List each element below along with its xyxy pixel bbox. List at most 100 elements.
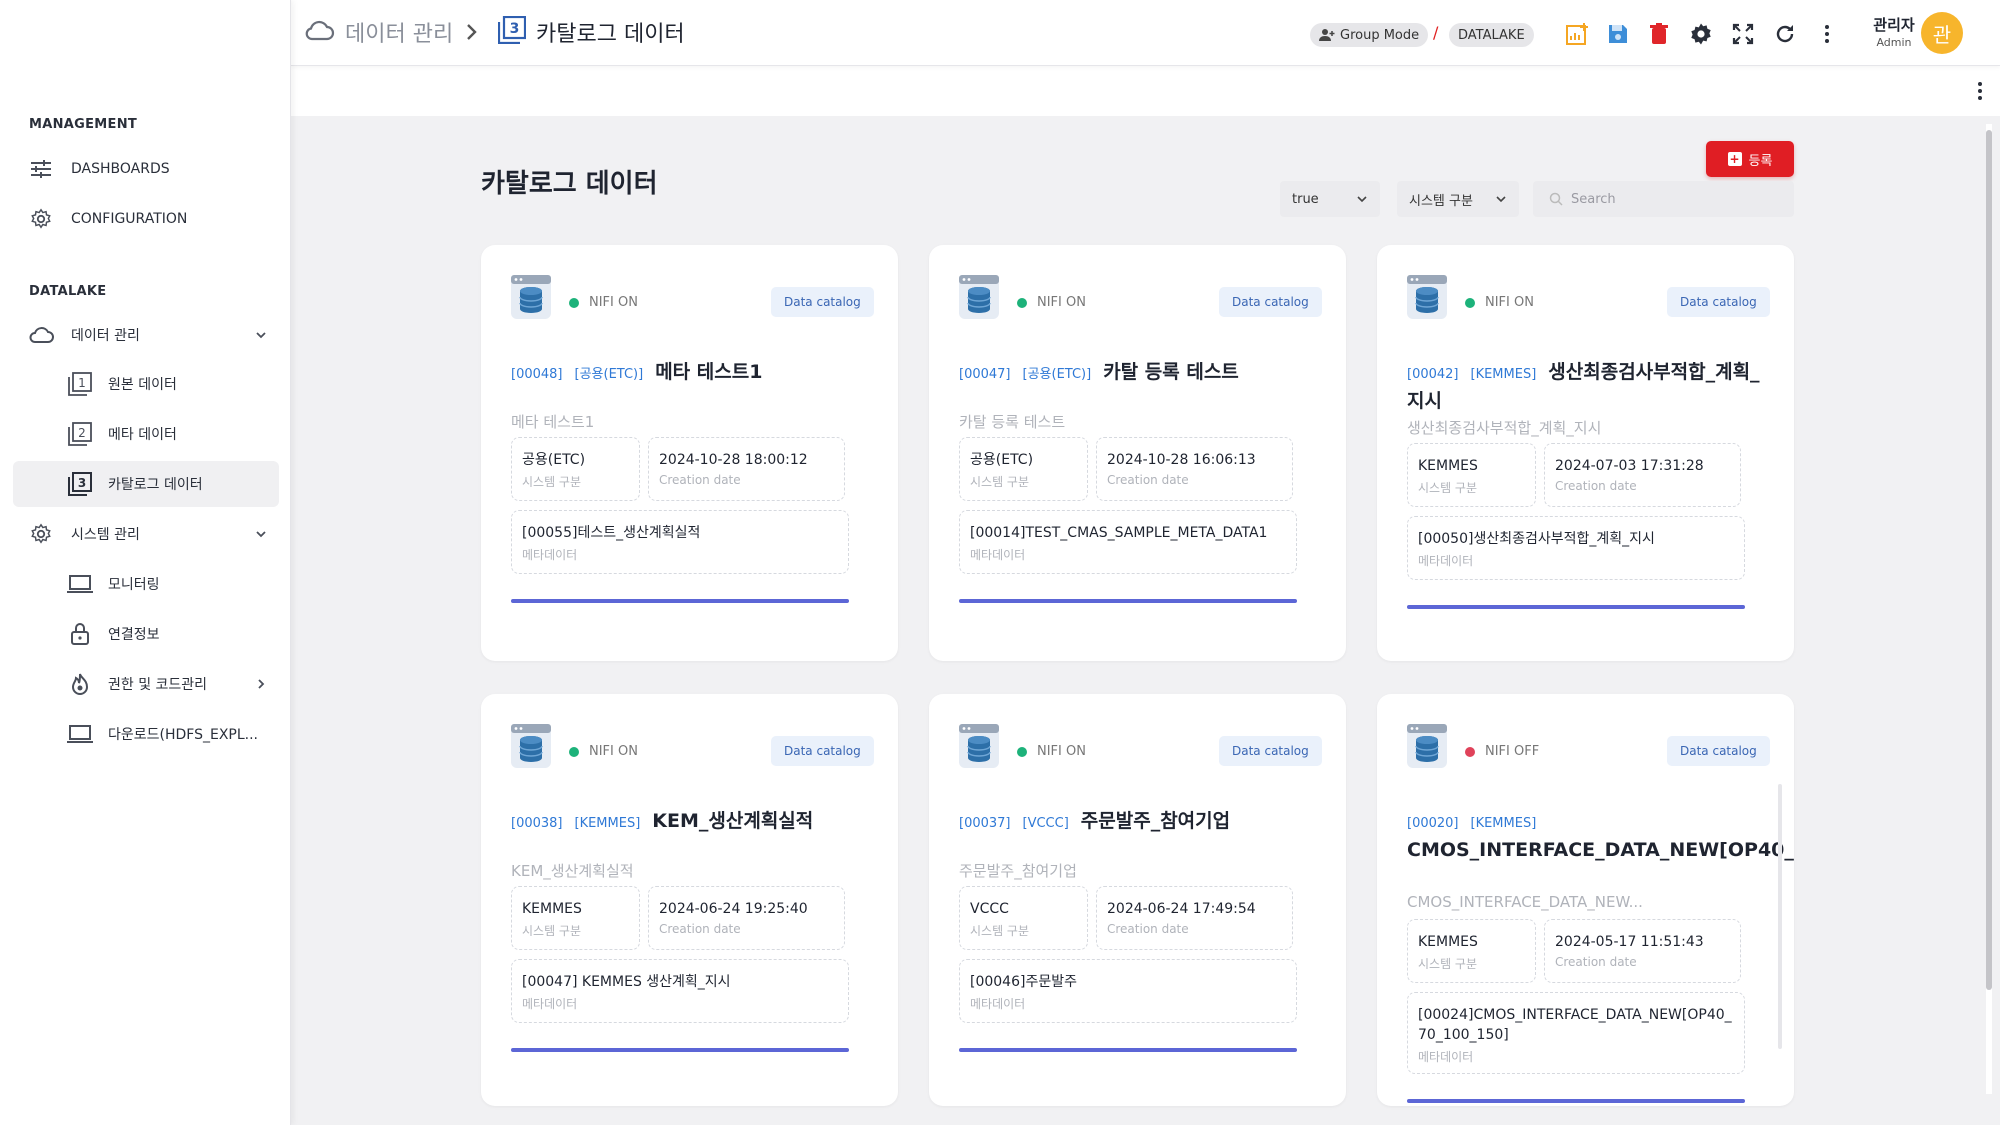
- more-vertical-icon[interactable]: [1966, 77, 1994, 105]
- refresh-icon[interactable]: [1771, 20, 1799, 48]
- scrollbar-thumb[interactable]: [1986, 130, 1992, 990]
- sidebar-item-label: 메타 데이터: [108, 427, 177, 443]
- system-key: 시스템 구분: [1418, 957, 1478, 971]
- card-heading[interactable]: [00037] [VCCC] 주문발주_참여기업: [959, 808, 1312, 837]
- catalog-card[interactable]: NIFI ON Data catalog [00042] [KEMMES] 생산최종…: [1377, 245, 1794, 661]
- nifi-status-dot: [1017, 298, 1027, 308]
- card-scrollbar[interactable]: [1778, 784, 1782, 1049]
- layer-3-icon: 3: [497, 15, 527, 48]
- sidebar-item-catalog-data[interactable]: 3 카탈로그 데이터: [13, 461, 279, 507]
- catalog-card[interactable]: NIFI ON Data catalog [00037] [VCCC] 주문발주_참…: [929, 694, 1346, 1106]
- layer-3-icon: 3: [66, 470, 94, 498]
- catalog-card[interactable]: NIFI ON Data catalog [00047] [공용(ETC)] 카탈 …: [929, 245, 1346, 661]
- meta-box[interactable]: [00024]CMOS_INTERFACE_DATA_NEW[OP40_70_1…: [1407, 992, 1745, 1074]
- group-mode-chip[interactable]: Group Mode: [1310, 23, 1429, 47]
- laptop-icon: [66, 570, 94, 598]
- nifi-status: NIFI ON: [1037, 744, 1086, 759]
- system-value: KEMMES: [1418, 458, 1478, 474]
- chevron-right-icon: [255, 675, 267, 694]
- sidebar-item-configuration[interactable]: CONFIGURATION: [13, 196, 279, 242]
- catalog-card[interactable]: NIFI ON Data catalog [00048] [공용(ETC)] 메타 …: [481, 245, 898, 661]
- svg-text:3: 3: [510, 21, 520, 37]
- meta-box[interactable]: [00014]TEST_CMAS_SAMPLE_META_DATA1 메타데이터: [959, 510, 1297, 574]
- date-box: 2024-06-24 17:49:54 Creation date: [1096, 886, 1293, 950]
- date-box: 2024-10-28 16:06:13 Creation date: [1096, 437, 1293, 501]
- meta-box[interactable]: [00055]테스트_생산계획실적 메타데이터: [511, 510, 849, 574]
- card-heading[interactable]: [00042] [KEMMES] 생산최종검사부적합_계획_지시: [1407, 359, 1760, 415]
- data-catalog-tag: Data catalog: [771, 287, 874, 317]
- delete-icon[interactable]: [1645, 20, 1673, 48]
- register-button[interactable]: + 등록: [1706, 141, 1794, 177]
- system-value: VCCC: [970, 901, 1009, 917]
- page-scrollbar[interactable]: [1982, 120, 1995, 1125]
- card-heading[interactable]: [00020] [KEMMES] CMOS_INTERFACE_DATA_NEW[O…: [1407, 808, 1794, 864]
- layer-2-icon: 2: [66, 420, 94, 448]
- sidebar: MANAGEMENT DASHBOARDS CONFIGURATION DATA…: [0, 0, 291, 1125]
- layer-1-icon: 1: [66, 370, 94, 398]
- sidebar-item-label: 권한 및 코드관리: [108, 677, 208, 693]
- sidebar-item-connection-info[interactable]: 연결정보: [13, 611, 279, 657]
- gear-icon[interactable]: [1687, 20, 1715, 48]
- meta-key: 메타데이터: [1418, 1050, 1474, 1064]
- sidebar-item-label: 다운로드(HDFS_EXPL...: [108, 727, 259, 743]
- meta-box[interactable]: [00047] KEMMES 생산계획_지시 메타데이터: [511, 959, 849, 1023]
- sidebar-item-monitoring[interactable]: 모니터링: [13, 561, 279, 607]
- search-icon: [1549, 192, 1563, 206]
- nifi-status: NIFI ON: [1037, 295, 1086, 310]
- database-icon: [959, 724, 999, 768]
- cloud-icon: [27, 321, 55, 349]
- meta-box[interactable]: [00046]주문발주 메타데이터: [959, 959, 1297, 1023]
- meta-key: 메타데이터: [970, 997, 1026, 1011]
- register-label: 등록: [1748, 153, 1773, 169]
- sidebar-item-label: DASHBOARDS: [71, 161, 170, 177]
- add-chart-icon[interactable]: [1563, 20, 1591, 48]
- status-filter-select[interactable]: true: [1280, 181, 1380, 217]
- laptop-icon: [66, 720, 94, 748]
- fullscreen-icon[interactable]: [1729, 20, 1757, 48]
- nifi-status: NIFI ON: [1485, 295, 1534, 310]
- save-icon[interactable]: [1604, 20, 1632, 48]
- sidebar-item-label: 데이터 관리: [71, 328, 140, 344]
- meta-value: [00047] KEMMES 생산계획_지시: [522, 974, 731, 990]
- card-description: KEM_생산계획실적: [511, 862, 634, 880]
- system-box: 공용(ETC) 시스템 구분: [511, 437, 640, 501]
- card-progress-bar: [1407, 605, 1745, 609]
- search-input[interactable]: [1571, 191, 1791, 207]
- search-box[interactable]: [1533, 181, 1794, 217]
- system-key: 시스템 구분: [522, 475, 582, 489]
- catalog-card[interactable]: NIFI ON Data catalog [00038] [KEMMES] KEM_…: [481, 694, 898, 1106]
- system-box: VCCC 시스템 구분: [959, 886, 1088, 950]
- sidebar-item-download-hdfs[interactable]: 다운로드(HDFS_EXPL...: [13, 711, 279, 757]
- date-value: 2024-10-28 16:06:13: [1107, 452, 1256, 468]
- date-key: Creation date: [659, 922, 741, 936]
- sidebar-group-system-management[interactable]: 시스템 관리: [13, 511, 279, 557]
- card-heading[interactable]: [00048] [공용(ETC)] 메타 테스트1: [511, 359, 864, 388]
- breadcrumb-current-label: 카탈로그 데이터: [536, 22, 685, 47]
- card-id: [00037]: [959, 816, 1011, 831]
- system-filter-select[interactable]: 시스템 구분: [1397, 181, 1519, 217]
- sidebar-item-label: 카탈로그 데이터: [108, 477, 203, 493]
- more-vertical-icon[interactable]: [1813, 20, 1841, 48]
- sidebar-group-data-management[interactable]: 데이터 관리: [13, 312, 279, 358]
- sidebar-item-raw-data[interactable]: 1 원본 데이터: [13, 361, 279, 407]
- datalake-chip[interactable]: DATALAKE: [1449, 23, 1534, 47]
- database-icon: [511, 275, 551, 319]
- breadcrumb-root[interactable]: 데이터 관리: [303, 14, 453, 50]
- meta-value: [00050]생산최종검사부적합_계획_지시: [1418, 531, 1655, 547]
- sidebar-item-meta-data[interactable]: 2 메타 데이터: [13, 411, 279, 457]
- card-category: [KEMMES]: [1470, 816, 1537, 831]
- card-heading[interactable]: [00038] [KEMMES] KEM_생산계획실적: [511, 808, 864, 837]
- user-role: Admin: [1876, 36, 1912, 49]
- meta-value: [00046]주문발주: [970, 974, 1077, 990]
- sidebar-item-dashboards[interactable]: DASHBOARDS: [13, 146, 279, 192]
- system-value: KEMMES: [1418, 934, 1478, 950]
- chevron-down-icon: [255, 525, 267, 544]
- breadcrumb-current: 3 카탈로그 데이터: [497, 14, 685, 50]
- sidebar-item-permission-code[interactable]: 권한 및 코드관리: [13, 661, 279, 707]
- meta-box[interactable]: [00050]생산최종검사부적합_계획_지시 메타데이터: [1407, 516, 1745, 580]
- catalog-card[interactable]: NIFI OFF Data catalog [00020] [KEMMES] CMO…: [1377, 694, 1794, 1106]
- svg-text:3: 3: [78, 476, 86, 490]
- card-heading[interactable]: [00047] [공용(ETC)] 카탈 등록 테스트: [959, 359, 1312, 388]
- breadcrumb-root-label: 데이터 관리: [345, 22, 454, 47]
- avatar[interactable]: 관: [1921, 12, 1963, 54]
